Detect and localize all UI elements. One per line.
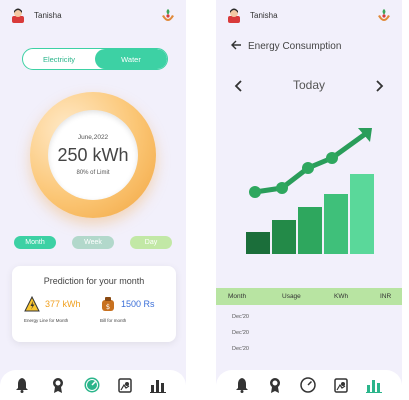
gauge-icon[interactable] xyxy=(300,377,316,393)
ring-date: June,2022 xyxy=(77,134,109,141)
toggle-water[interactable]: Water xyxy=(95,49,167,69)
app-header: Tanisha xyxy=(226,6,392,24)
col-kwh: KWh xyxy=(334,293,349,300)
medal-icon[interactable] xyxy=(50,377,66,393)
period-week-button[interactable]: Week xyxy=(72,236,114,249)
period-day-button[interactable]: Day xyxy=(130,236,172,249)
col-month: Month xyxy=(228,293,247,300)
bell-icon[interactable] xyxy=(234,377,250,393)
page-title-row: Energy Consumption xyxy=(231,37,341,55)
leaf-hands-icon xyxy=(376,7,392,23)
ring-value: 250 kWh xyxy=(57,145,129,165)
gauge-icon[interactable] xyxy=(84,377,100,393)
toggle-electricity[interactable]: Electricity xyxy=(23,49,95,69)
table-row: Dec'20 xyxy=(232,346,249,352)
energy-consumption-screen: Tanisha Energy Consumption Today Month U… xyxy=(216,0,402,400)
prediction-energy-caption: Energy Line for Month xyxy=(24,318,69,323)
ring-center: June,2022 250 kWh 80% of Limit xyxy=(48,110,138,200)
chevron-left-icon[interactable] xyxy=(234,79,244,92)
prediction-energy-value: 377 kWh xyxy=(45,299,81,309)
user-name: Tanisha xyxy=(34,10,62,20)
utility-toggle: Electricity Water xyxy=(22,48,168,70)
money-bag-icon: $ xyxy=(100,296,116,312)
bottom-nav xyxy=(216,370,402,400)
day-selector: Today xyxy=(234,77,384,93)
prediction-title: Prediction for your month xyxy=(43,276,145,286)
growth-illustration xyxy=(240,122,380,256)
bar-chart-icon[interactable] xyxy=(150,377,166,393)
bar-chart-icon[interactable] xyxy=(366,377,382,393)
prediction-energy: 377 kWh Energy Line for Month xyxy=(24,295,81,323)
avatar-icon[interactable] xyxy=(226,7,242,23)
chevron-right-icon[interactable] xyxy=(374,79,384,92)
page-title: Energy Consumption xyxy=(248,40,342,52)
app-header: Tanisha xyxy=(10,6,176,24)
prediction-bill: $ 1500 Rs Bill for month xyxy=(100,296,155,323)
svg-text:$: $ xyxy=(106,303,110,311)
bell-icon[interactable] xyxy=(14,377,30,393)
bottom-nav xyxy=(0,370,186,400)
col-usage: Usage xyxy=(282,293,301,300)
energy-dashboard-screen: Tanisha Electricity Water June,2022 250 … xyxy=(0,0,186,400)
period-month-button[interactable]: Month xyxy=(14,236,56,249)
user-name: Tanisha xyxy=(250,10,278,20)
table-row: Dec'20 xyxy=(232,330,249,336)
prediction-bill-value: 1500 Rs xyxy=(121,299,155,309)
prediction-bill-caption: Bill for month xyxy=(100,318,127,323)
col-inr: INR xyxy=(380,293,392,300)
medal-icon[interactable] xyxy=(267,377,283,393)
back-arrow-icon[interactable] xyxy=(231,37,242,55)
bill-icon[interactable] xyxy=(117,377,133,393)
prediction-card: Prediction for your month 377 kWh Energy… xyxy=(12,266,176,342)
usage-table-header: Month Usage KWh INR xyxy=(216,288,402,305)
avatar-icon[interactable] xyxy=(10,7,26,23)
day-label: Today xyxy=(292,78,326,92)
bill-icon[interactable] xyxy=(333,377,349,393)
ring-limit-text: 80% of Limit xyxy=(76,170,110,176)
leaf-hands-icon xyxy=(160,7,176,23)
consumption-ring: June,2022 250 kWh 80% of Limit xyxy=(30,92,156,218)
table-row: Dec'20 xyxy=(232,314,249,320)
warning-bolt-icon xyxy=(24,295,40,312)
